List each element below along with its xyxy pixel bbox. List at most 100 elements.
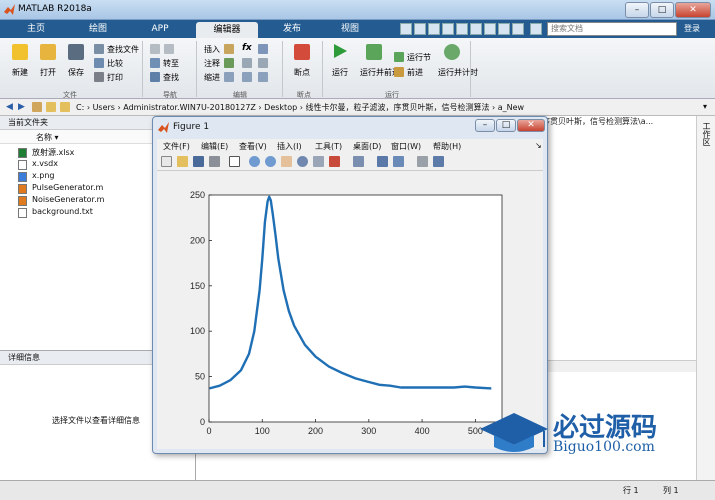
pointer-icon[interactable] — [229, 156, 240, 167]
workspace-label[interactable]: 工作区 — [701, 122, 712, 146]
switch-window-icon[interactable] — [484, 23, 496, 35]
save-icon[interactable] — [68, 44, 84, 60]
print-button[interactable]: 打印 — [107, 72, 123, 83]
watermark: 必过源码 Biguo100.com — [478, 405, 715, 465]
dock-figure-icon[interactable] — [433, 156, 444, 167]
goto-icon[interactable] — [150, 58, 160, 68]
wrap-comment-icon[interactable] — [242, 58, 252, 68]
find-icon[interactable] — [150, 72, 160, 82]
indent-button[interactable]: 缩进 — [204, 72, 220, 83]
legend-icon[interactable] — [393, 156, 404, 167]
new-icon[interactable] — [12, 44, 28, 60]
path-dropdown-icon[interactable]: ▾ — [703, 102, 707, 111]
close-button[interactable]: ✕ — [675, 2, 711, 18]
hide-tools-icon[interactable] — [417, 156, 428, 167]
search-docs-input[interactable]: 搜索文档 — [547, 22, 677, 36]
run-advance-icon[interactable] — [366, 44, 382, 60]
menu-edit[interactable]: 编辑(E) — [201, 141, 228, 152]
zoom-in-icon[interactable] — [249, 156, 260, 167]
minimize-button[interactable]: – — [625, 2, 649, 18]
menu-file[interactable]: 文件(F) — [163, 141, 190, 152]
run-button[interactable]: 运行 — [332, 67, 348, 78]
run-section-button[interactable]: 运行节 — [407, 52, 431, 63]
print-icon[interactable] — [94, 72, 104, 82]
increase-indent-icon[interactable] — [242, 72, 252, 82]
menu-insert[interactable]: 插入(I) — [277, 141, 302, 152]
open-button[interactable]: 打开 — [40, 67, 56, 78]
undo-quick-icon[interactable] — [456, 23, 468, 35]
copy-quick-icon[interactable] — [428, 23, 440, 35]
back-arrow-icon[interactable]: ◀ — [6, 102, 13, 112]
run-time-button[interactable]: 运行并计时 — [438, 67, 478, 78]
cut-quick-icon[interactable] — [414, 23, 426, 35]
open-folder-icon[interactable] — [40, 44, 56, 60]
find-files-icon[interactable] — [94, 44, 104, 54]
insert-more-icon[interactable] — [258, 44, 268, 54]
current-path[interactable]: C: › Users › Administrator.WIN7U-2018012… — [76, 102, 524, 113]
goto-button[interactable]: 转至 — [163, 58, 179, 69]
login-link[interactable]: 登录 — [684, 21, 700, 37]
menu-view[interactable]: 查看(V) — [239, 141, 267, 152]
run-icon[interactable] — [332, 43, 348, 61]
tab-view[interactable]: 视图 — [322, 20, 378, 38]
save-quick-icon[interactable] — [400, 23, 412, 35]
zoom-out-icon[interactable] — [265, 156, 276, 167]
menu-window[interactable]: 窗口(W) — [391, 141, 421, 152]
advance-icon[interactable] — [394, 67, 404, 77]
breakpoints-button[interactable]: 断点 — [294, 67, 310, 78]
insert-button[interactable]: 插入 — [204, 44, 220, 55]
menu-help[interactable]: 帮助(H) — [433, 141, 461, 152]
run-time-icon[interactable] — [444, 44, 460, 60]
menu-desktop[interactable]: 桌面(D) — [353, 141, 381, 152]
find-files-button[interactable]: 查找文件 — [107, 44, 139, 55]
decrease-indent-icon[interactable] — [258, 72, 268, 82]
advance-button[interactable]: 前进 — [407, 67, 423, 78]
uncomment-icon[interactable] — [258, 58, 268, 68]
save-button[interactable]: 保存 — [68, 67, 84, 78]
tab-publish[interactable]: 发布 — [262, 20, 322, 38]
save-figure-icon[interactable] — [193, 156, 204, 167]
menu-dock-icon[interactable]: ↘ — [535, 141, 542, 150]
print-figure-icon[interactable] — [209, 156, 220, 167]
compare-icon[interactable] — [94, 58, 104, 68]
browse-folder-icon[interactable] — [46, 102, 56, 112]
smart-indent-icon[interactable] — [224, 72, 234, 82]
forward-arrow-icon[interactable]: ▶ — [18, 102, 25, 112]
fx-button[interactable]: fx — [242, 43, 252, 53]
help-quick-icon[interactable] — [498, 23, 510, 35]
new-button[interactable]: 新建 — [12, 67, 28, 78]
run-section-icon[interactable] — [394, 52, 404, 62]
brush-icon[interactable] — [329, 156, 340, 167]
rotate-icon[interactable] — [297, 156, 308, 167]
tab-home[interactable]: 主页 — [8, 20, 64, 38]
tab-plots[interactable]: 绘图 — [70, 20, 126, 38]
figure-close-button[interactable]: ✕ — [517, 119, 545, 132]
figure-minimize-button[interactable]: – — [475, 119, 495, 132]
forward-nav-icon[interactable] — [164, 44, 174, 54]
tab-apps[interactable]: APP — [132, 20, 188, 38]
name-column-header[interactable]: 名称 ▾ — [36, 132, 59, 143]
paste-quick-icon[interactable] — [442, 23, 454, 35]
data-cursor-icon[interactable] — [313, 156, 324, 167]
tab-editor[interactable]: 编辑器 — [196, 22, 258, 38]
back-nav-icon[interactable] — [150, 44, 160, 54]
link-plot-icon[interactable] — [353, 156, 364, 167]
community-icon[interactable] — [512, 23, 524, 35]
colorbar-icon[interactable] — [377, 156, 388, 167]
up-folder-icon[interactable] — [32, 102, 42, 112]
help-circle-icon[interactable] — [530, 23, 542, 35]
insert-icon[interactable] — [224, 44, 234, 54]
breakpoints-icon[interactable] — [294, 44, 310, 60]
open-file-icon[interactable] — [177, 156, 188, 167]
compare-button[interactable]: 比较 — [107, 58, 123, 69]
menu-tools[interactable]: 工具(T) — [315, 141, 342, 152]
figure-maximize-button[interactable]: □ — [496, 119, 516, 132]
pan-icon[interactable] — [281, 156, 292, 167]
comment-button[interactable]: 注释 — [204, 58, 220, 69]
maximize-button[interactable]: □ — [650, 2, 674, 18]
new-figure-icon[interactable] — [161, 156, 172, 167]
redo-quick-icon[interactable] — [470, 23, 482, 35]
find-button[interactable]: 查找 — [163, 72, 179, 83]
window-title: MATLAB R2018a — [18, 4, 92, 14]
comment-icon[interactable] — [224, 58, 234, 68]
